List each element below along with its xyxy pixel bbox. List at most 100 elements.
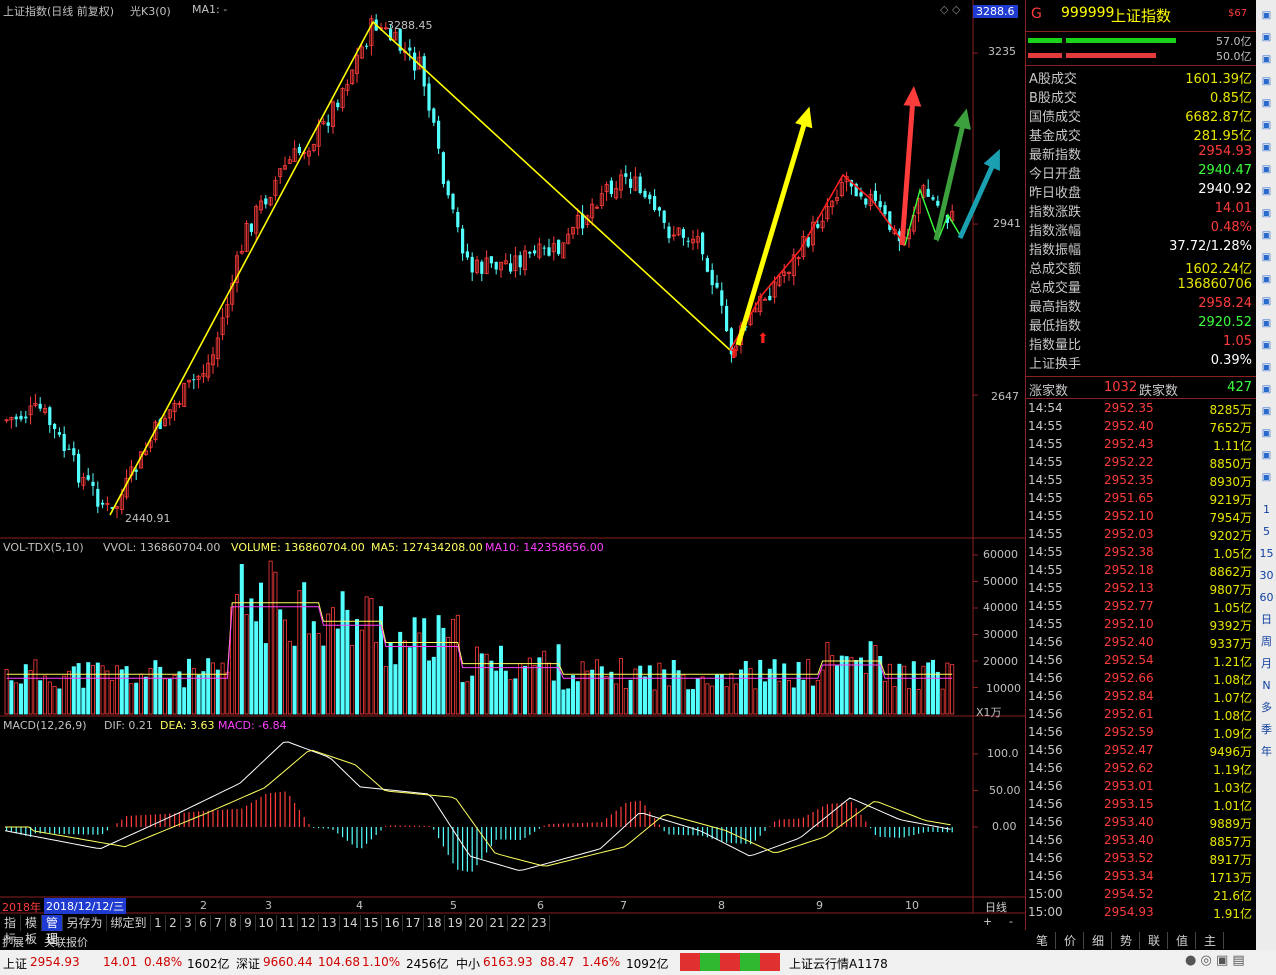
macd-indicator[interactable]: MACD(12,26,9) — [3, 719, 87, 732]
panel-tab[interactable]: 细 — [1085, 932, 1112, 949]
tick-row[interactable]: 14:56 2953.52 8917万 — [1026, 850, 1256, 868]
period-button[interactable]: 季 — [1257, 720, 1276, 739]
tick-row[interactable]: 14:56 2952.84 1.07亿 — [1026, 688, 1256, 706]
panel-tab[interactable]: 势 — [1113, 932, 1140, 949]
tick-row[interactable]: 14:55 2952.22 8850万 — [1026, 454, 1256, 472]
period-daily[interactable]: 日线 — [985, 899, 1007, 915]
toolbar-icon[interactable]: ▣ — [1257, 292, 1276, 311]
tick-row[interactable]: 14:56 2952.59 1.09亿 — [1026, 724, 1256, 742]
zoom-in-button[interactable]: + — [983, 915, 992, 928]
zx-name[interactable]: 中小 — [456, 955, 480, 972]
tick-row[interactable]: 14:54 2952.35 8285万 — [1026, 400, 1256, 418]
toolbar-icon[interactable]: ▣ — [1257, 94, 1276, 113]
bottom-tab[interactable]: 9 — [241, 915, 256, 931]
tick-row[interactable]: 14:56 2952.40 9337万 — [1026, 634, 1256, 652]
bottom-tab[interactable]: 8 — [226, 915, 241, 931]
tick-row[interactable]: 14:55 2952.40 7652万 — [1026, 418, 1256, 436]
expand-tab[interactable]: 扩展^ — [2, 934, 33, 950]
bottom-tab[interactable]: 17 — [403, 915, 424, 931]
toolbar-icon[interactable]: ▣ — [1257, 446, 1276, 465]
toolbar-icon[interactable]: ▣ — [1257, 314, 1276, 333]
toolbar-icon[interactable]: ▣ — [1257, 358, 1276, 377]
period-button[interactable]: 60 — [1257, 588, 1276, 607]
tick-row[interactable]: 14:55 2952.03 9202万 — [1026, 526, 1256, 544]
bottom-tab[interactable]: 21 — [487, 915, 508, 931]
status-icons[interactable]: ● ◎ ▣ ▤ — [1185, 953, 1245, 968]
toolbar-icon[interactable]: ▣ — [1257, 380, 1276, 399]
bottom-tab[interactable]: 另存为 — [63, 915, 107, 931]
toolbar-icon[interactable]: ▣ — [1257, 270, 1276, 289]
toolbar-icon[interactable]: ▣ — [1257, 116, 1276, 135]
tick-row[interactable]: 14:56 2952.47 9496万 — [1026, 742, 1256, 760]
toolbar-icon[interactable]: ▣ — [1257, 468, 1276, 487]
bottom-tab[interactable]: 2 — [166, 915, 181, 931]
bottom-tab[interactable]: 23 — [529, 915, 550, 931]
bottom-tab[interactable]: 18 — [424, 915, 445, 931]
toolbar-icon[interactable]: ▣ — [1257, 50, 1276, 69]
tick-row[interactable]: 14:56 2953.40 8857万 — [1026, 832, 1256, 850]
period-button[interactable]: 30 — [1257, 566, 1276, 585]
linked-quote-tab[interactable]: 关联报价 — [44, 934, 88, 950]
zoom-out-button[interactable]: - — [1009, 915, 1013, 928]
period-button[interactable]: 1 — [1257, 500, 1276, 519]
tick-row[interactable]: 14:56 2953.01 1.03亿 — [1026, 778, 1256, 796]
panel-tab[interactable]: 联 — [1141, 932, 1168, 949]
bottom-tab[interactable]: 管理 — [42, 915, 63, 946]
period-button[interactable]: 周 — [1257, 632, 1276, 651]
bottom-tab[interactable]: 13 — [319, 915, 340, 931]
tick-row[interactable]: 15:00 2954.93 1.91亿 — [1026, 904, 1256, 922]
period-button[interactable]: 多 — [1257, 698, 1276, 717]
toolbar-icon[interactable]: ▣ — [1257, 424, 1276, 443]
bottom-tab[interactable]: 11 — [277, 915, 298, 931]
panel-tab[interactable]: 笔 — [1029, 932, 1056, 949]
period-button[interactable]: 5 — [1257, 522, 1276, 541]
bottom-tab[interactable]: 绑定到 — [107, 915, 151, 931]
panel-tab[interactable]: 主 — [1197, 932, 1224, 949]
bottom-tab[interactable]: 19 — [445, 915, 466, 931]
bottom-tab[interactable]: 模板 — [21, 915, 42, 946]
toolbar-icon[interactable]: ▣ — [1257, 182, 1276, 201]
bottom-tab[interactable]: 15 — [361, 915, 382, 931]
cloud-quote[interactable]: 上证云行情A1178 — [789, 955, 888, 972]
tick-row[interactable]: 14:56 2952.66 1.08亿 — [1026, 670, 1256, 688]
bottom-tab[interactable]: 7 — [211, 915, 226, 931]
bottom-tab[interactable]: 14 — [340, 915, 361, 931]
toolbar-icon[interactable]: ▣ — [1257, 72, 1276, 91]
toolbar-icon[interactable]: ▣ — [1257, 6, 1276, 25]
tick-row[interactable]: 14:55 2952.18 8862万 — [1026, 562, 1256, 580]
bottom-tab[interactable]: 指标 — [0, 915, 21, 946]
tick-row[interactable]: 14:56 2953.40 9889万 — [1026, 814, 1256, 832]
sh-name[interactable]: 上证 — [3, 955, 27, 972]
vol-indicator[interactable]: VOL-TDX(5,10) — [3, 541, 84, 554]
tick-row[interactable]: 14:56 2952.54 1.21亿 — [1026, 652, 1256, 670]
toolbar-icon[interactable]: ▣ — [1257, 160, 1276, 179]
tick-row[interactable]: 14:55 2952.10 7954万 — [1026, 508, 1256, 526]
chart-area[interactable]: ⬆⬆ — [0, 0, 1025, 935]
tick-row[interactable]: 14:55 2951.65 9219万 — [1026, 490, 1256, 508]
tick-row[interactable]: 15:00 2954.52 21.6亿 — [1026, 886, 1256, 904]
toolbar-icon[interactable]: ▣ — [1257, 28, 1276, 47]
bottom-tab[interactable]: 10 — [256, 915, 277, 931]
indicator-label[interactable]: 光K3(0) — [130, 3, 171, 19]
bottom-tab[interactable]: 16 — [382, 915, 403, 931]
panel-tab[interactable]: 价 — [1057, 932, 1084, 949]
toolbar-icon[interactable]: ▣ — [1257, 336, 1276, 355]
tick-row[interactable]: 14:55 2952.38 1.05亿 — [1026, 544, 1256, 562]
bottom-tab[interactable]: 1 — [151, 915, 166, 931]
bottom-tab[interactable]: 22 — [508, 915, 529, 931]
toolbar-icon[interactable]: ▣ — [1257, 226, 1276, 245]
bottom-tab[interactable]: 20 — [466, 915, 487, 931]
tick-row[interactable]: 14:56 2953.34 1713万 — [1026, 868, 1256, 886]
tick-row[interactable]: 14:55 2952.35 8930万 — [1026, 472, 1256, 490]
period-button[interactable]: 15 — [1257, 544, 1276, 563]
tick-row[interactable]: 14:55 2952.10 9392万 — [1026, 616, 1256, 634]
period-button[interactable]: 年 — [1257, 742, 1276, 761]
toolbar-icon[interactable]: ▣ — [1257, 138, 1276, 157]
tick-row[interactable]: 14:55 2952.43 1.11亿 — [1026, 436, 1256, 454]
period-button[interactable]: 月 — [1257, 654, 1276, 673]
toolbar-icon[interactable]: ▣ — [1257, 248, 1276, 267]
diamond-icon[interactable]: ◇ ◇ — [940, 3, 960, 16]
tick-row[interactable]: 14:56 2952.62 1.19亿 — [1026, 760, 1256, 778]
tick-row[interactable]: 14:56 2953.15 1.01亿 — [1026, 796, 1256, 814]
bottom-tab[interactable]: 3 — [181, 915, 196, 931]
